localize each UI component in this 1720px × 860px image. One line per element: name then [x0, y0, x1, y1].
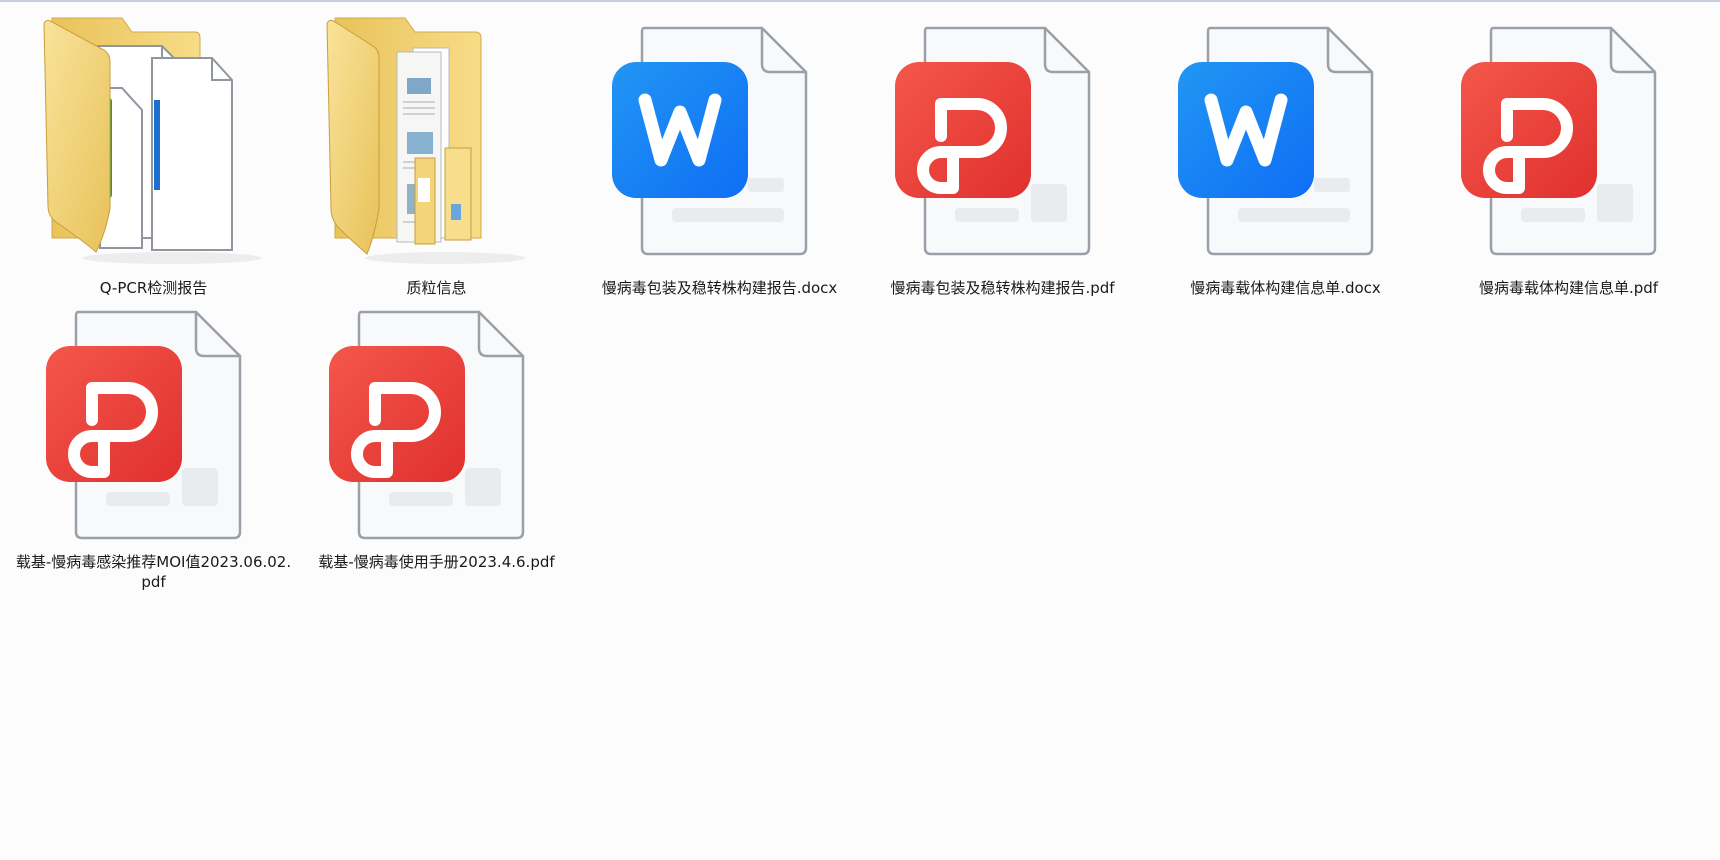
file-name-label: 载基-慢病毒感染推荐MOI值2023.06.02.pdf — [15, 553, 292, 591]
file-name-label: 慢病毒载体构建信息单.docx — [1190, 279, 1381, 297]
file-item-folder-qpcr[interactable]: Q-PCR检测报告 — [12, 8, 295, 297]
file-item-docx-info-sheet[interactable]: 慢病毒载体构建信息单.docx — [1144, 8, 1427, 297]
word-document-icon — [1144, 8, 1427, 278]
folder-icon — [295, 8, 578, 278]
pdf-document-icon — [1427, 8, 1710, 278]
file-item-pdf-manual[interactable]: 载基-慢病毒使用手册2023.4.6.pdf — [295, 292, 578, 572]
file-name-label: 慢病毒载体构建信息单.pdf — [1478, 279, 1659, 297]
file-name-label: 慢病毒包装及稳转株构建报告.pdf — [890, 279, 1115, 297]
file-item-pdf-info-sheet[interactable]: 慢病毒载体构建信息单.pdf — [1427, 8, 1710, 297]
file-item-docx-report[interactable]: 慢病毒包装及稳转株构建报告.docx — [578, 8, 861, 297]
pdf-document-icon — [12, 292, 295, 552]
file-item-pdf-moi[interactable]: 载基-慢病毒感染推荐MOI值2023.06.02.pdf — [12, 292, 295, 591]
folder-icon — [12, 8, 295, 278]
word-document-icon — [578, 8, 861, 278]
file-grid: Q-PCR检测报告 质粒信息 慢病毒包装及稳转株构建报告.docx 慢病毒包装及… — [0, 0, 1720, 860]
pdf-document-icon — [861, 8, 1144, 278]
file-item-folder-plasmid[interactable]: 质粒信息 — [295, 8, 578, 297]
file-name-label: 载基-慢病毒使用手册2023.4.6.pdf — [318, 553, 555, 571]
file-item-pdf-report[interactable]: 慢病毒包装及稳转株构建报告.pdf — [861, 8, 1144, 297]
pdf-document-icon — [295, 292, 578, 552]
file-name-label: 慢病毒包装及稳转株构建报告.docx — [601, 279, 838, 297]
